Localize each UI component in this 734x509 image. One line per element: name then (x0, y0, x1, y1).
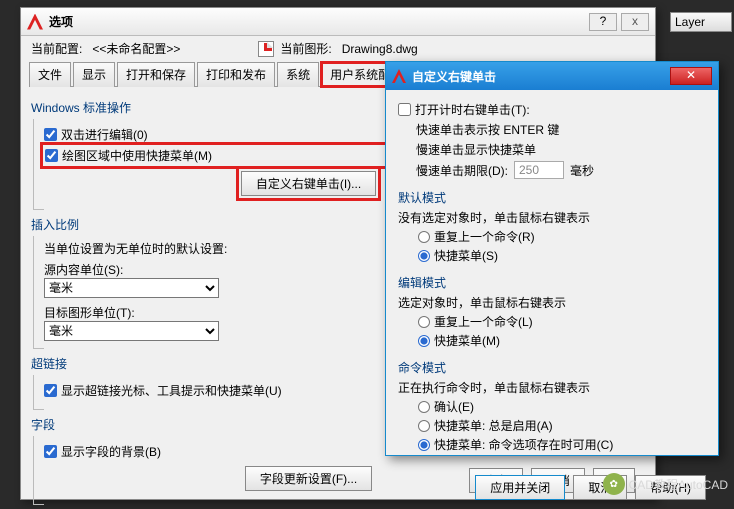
tab-system[interactable]: 系统 (277, 62, 319, 87)
app-logo-icon (392, 69, 406, 83)
default-mode-desc: 没有选定对象时，单击鼠标右键表示 (398, 209, 706, 226)
config-row: 当前配置: <<未命名配置>> 当前图形: Drawing8.dwg (21, 36, 655, 59)
default-mode-title: 默认模式 (398, 189, 706, 206)
timing-line2: 慢速单击显示快捷菜单 (416, 141, 706, 158)
apply-close-button[interactable]: 应用并关闭 (475, 475, 565, 500)
cmd-mode-title: 命令模式 (398, 359, 706, 376)
config-label: 当前配置: (31, 40, 82, 57)
tab-display[interactable]: 显示 (73, 62, 115, 87)
options-titlebar: 选项 ? x (21, 8, 655, 36)
timing-line1: 快速单击表示按 ENTER 键 (416, 121, 706, 138)
tab-print[interactable]: 打印和发布 (197, 62, 275, 87)
rclick-title: 自定义右键单击 (412, 68, 496, 85)
drawing-value: Drawing8.dwg (342, 42, 482, 56)
cmd-mode-desc: 正在执行命令时，单击鼠标右键表示 (398, 379, 706, 396)
drawing-icon (258, 41, 274, 57)
edit-mode-title: 编辑模式 (398, 274, 706, 291)
edit-mode-desc: 选定对象时，单击鼠标右键表示 (398, 294, 706, 311)
rclick-close-button[interactable]: ✕ (670, 67, 712, 85)
limit-unit: 毫秒 (570, 162, 594, 179)
cmd-options-radio[interactable]: 快捷菜单: 命令选项存在时可用(C) (418, 436, 706, 453)
limit-label: 慢速单击期限(D): (416, 162, 508, 179)
app-logo-icon (27, 14, 43, 30)
help-button[interactable]: ? (589, 13, 617, 31)
field-update-button[interactable]: 字段更新设置(F)... (245, 466, 372, 491)
limit-row: 慢速单击期限(D): 毫秒 (416, 161, 706, 179)
timing-checkbox[interactable]: 打开计时右键单击(T): (398, 101, 706, 118)
src-unit-select[interactable]: 毫米 (44, 278, 219, 298)
rclick-titlebar: 自定义右键单击 ✕ (386, 62, 718, 90)
rclick-body: 打开计时右键单击(T): 快速单击表示按 ENTER 键 慢速单击显示快捷菜单 … (386, 90, 718, 463)
layer-dropdown[interactable]: Layer (670, 12, 732, 32)
default-repeat-radio[interactable]: 重复上一个命令(R) (418, 228, 706, 245)
customize-rclick-button[interactable]: 自定义右键单击(I)... (241, 171, 376, 196)
limit-input[interactable] (514, 161, 564, 179)
tab-file[interactable]: 文件 (29, 62, 71, 87)
rclick-dialog: 自定义右键单击 ✕ 打开计时右键单击(T): 快速单击表示按 ENTER 键 慢… (385, 61, 719, 456)
edit-repeat-radio[interactable]: 重复上一个命令(L) (418, 313, 706, 330)
close-button[interactable]: x (621, 13, 649, 31)
watermark: ✿CAD教程AutoCAD (603, 473, 728, 495)
edit-shortcut-radio[interactable]: 快捷菜单(M) (418, 332, 706, 349)
drawing-label: 当前图形: (280, 40, 331, 57)
tab-open-save[interactable]: 打开和保存 (117, 62, 195, 87)
options-title: 选项 (49, 13, 73, 30)
cmd-confirm-radio[interactable]: 确认(E) (418, 398, 706, 415)
cmd-always-radio[interactable]: 快捷菜单: 总是启用(A) (418, 417, 706, 434)
default-shortcut-radio[interactable]: 快捷菜单(S) (418, 247, 706, 264)
tgt-unit-select[interactable]: 毫米 (44, 321, 219, 341)
wechat-icon: ✿ (603, 473, 625, 495)
config-value: <<未命名配置>> (92, 40, 232, 57)
